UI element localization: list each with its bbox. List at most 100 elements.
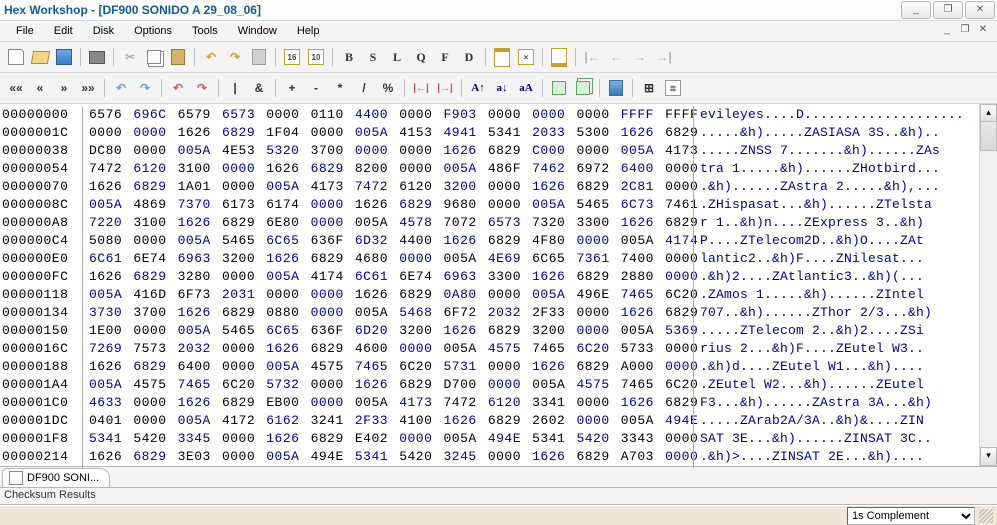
compare-button-2[interactable] [571, 76, 595, 100]
ascii-cell[interactable]: .ZEutel W2...&h)......ZEutel [700, 376, 997, 394]
mdi-restore-button[interactable]: ❐ [957, 24, 973, 38]
hex-row[interactable]: 00000038DC80 0000 005A 4E53 5320 3700 00… [2, 142, 997, 160]
paste-button[interactable] [166, 45, 190, 69]
shift-left-double-button[interactable]: «« [4, 76, 28, 100]
op-plus-button[interactable]: + [280, 76, 304, 100]
hex-row[interactable]: 000001DC0401 0000 005A 4172 6162 3241 2F… [2, 412, 997, 430]
panel-results-button[interactable] [490, 45, 514, 69]
hex-row[interactable]: 000001343730 3700 1626 6829 0880 0000 00… [2, 304, 997, 322]
base16-button[interactable]: 16 [280, 45, 304, 69]
ascii-cell[interactable]: 707..&h)......ZThor 2/3...&h) [700, 304, 997, 322]
hex-row[interactable]: 000001881626 6829 6400 0000 005A 4575 74… [2, 358, 997, 376]
ascii-cell[interactable]: .....ZArab2A/3A..&h)&....ZIN [700, 412, 997, 430]
ascii-cell[interactable]: .ZINSAT 3A...&h)......ZTurksa [700, 466, 997, 468]
hex-cell[interactable]: 4633 0000 1626 6829 EB00 0000 005A 4173 … [89, 394, 689, 412]
block-rotate-left-button[interactable]: ↶ [166, 76, 190, 100]
ascii-cell[interactable]: lantic2..&h)F....ZNilesat... [700, 250, 997, 268]
ascii-cell[interactable]: .....&h).....ZASIASA 3S..&h).. [700, 124, 997, 142]
hex-row[interactable]: 000000547472 6120 3100 0000 1626 6829 82… [2, 160, 997, 178]
scroll-down-button[interactable]: ▾ [980, 447, 997, 466]
op-mod-button[interactable]: % [376, 76, 400, 100]
hex-row[interactable]: 000000E06C61 6E74 6963 3200 1626 6829 46… [2, 250, 997, 268]
op-mul-button[interactable]: * [328, 76, 352, 100]
hex-row[interactable]: 000001A4005A 4575 7465 6C20 5732 0000 16… [2, 376, 997, 394]
mdi-minimize-button[interactable]: _ [939, 24, 955, 38]
window-maximize-button[interactable]: ❐ [933, 1, 963, 19]
ascii-cell[interactable]: .ZAmos 1.....&h)......ZIntel [700, 286, 997, 304]
shift-right-button[interactable]: » [52, 76, 76, 100]
hex-row[interactable]: 000000006576 696C 6579 6573 0000 0110 44… [2, 106, 997, 124]
mdi-close-button[interactable]: ✕ [975, 24, 991, 38]
panel-inspector-button[interactable]: × [514, 45, 538, 69]
redo-button[interactable]: ↷ [223, 45, 247, 69]
ascii-cell[interactable]: evileyes....D.................... [700, 106, 997, 124]
ascii-cell[interactable]: F3...&h)......ZAstra 3A...&h) [700, 394, 997, 412]
hex-row[interactable]: 000001F85341 5420 3345 0000 1626 6829 E4… [2, 430, 997, 448]
hex-cell[interactable]: 005A 494E 5341 5420 3341 0000 1626 6829 … [89, 466, 689, 468]
rotate-left-button[interactable]: ↶ [109, 76, 133, 100]
hex-row[interactable]: 0000008C005A 4869 7370 6173 6174 0000 16… [2, 196, 997, 214]
case-upper-button[interactable]: A↑ [466, 76, 490, 100]
ascii-cell[interactable]: .&h)2....ZAtlantic3..&h)(... [700, 268, 997, 286]
menu-edit[interactable]: Edit [44, 23, 83, 39]
hex-cell[interactable]: 005A 416D 6F73 2031 0000 0000 1626 6829 … [89, 286, 689, 304]
cut-button[interactable]: ✂ [118, 45, 142, 69]
scroll-thumb[interactable] [980, 121, 997, 151]
document-tab[interactable]: DF900 SONI... [2, 468, 110, 487]
type-short-button[interactable]: S [361, 45, 385, 69]
type-quad-button[interactable]: Q [409, 45, 433, 69]
ascii-cell[interactable]: .ZHispasat...&h)......ZTelsta [700, 196, 997, 214]
panel-struct-button[interactable] [547, 45, 571, 69]
hex-cell[interactable]: 1626 6829 6400 0000 005A 4575 7465 6C20 … [89, 358, 689, 376]
open-button[interactable] [28, 45, 52, 69]
menu-tools[interactable]: Tools [182, 23, 228, 39]
window-minimize-button[interactable]: _ [901, 1, 931, 19]
hex-cell[interactable]: 5341 5420 3345 0000 1626 6829 E402 0000 … [89, 430, 689, 448]
hex-row[interactable]: 00000118005A 416D 6F73 2031 0000 0000 16… [2, 286, 997, 304]
checksum-method-select[interactable]: 1s Complement [847, 507, 975, 525]
type-float-button[interactable]: F [433, 45, 457, 69]
menu-disk[interactable]: Disk [83, 23, 124, 39]
hex-cell[interactable]: DC80 0000 005A 4E53 5320 3700 0000 0000 … [89, 142, 689, 160]
type-byte-button[interactable]: B [337, 45, 361, 69]
hex-cell[interactable]: 1626 6829 1A01 0000 005A 4173 7472 6120 … [89, 178, 689, 196]
hex-cell[interactable]: 0401 0000 005A 4172 6162 3241 2F33 4100 … [89, 412, 689, 430]
ascii-cell[interactable]: r 1..&h)n....ZExpress 3..&h) [700, 214, 997, 232]
hex-cell[interactable]: 3730 3700 1626 6829 0880 0000 005A 5468 … [89, 304, 689, 322]
goto-start-button[interactable]: |←| [409, 76, 433, 100]
hex-cell[interactable]: 1E00 0000 005A 5465 6C65 636F 6D20 3200 … [89, 322, 689, 340]
insert-button[interactable]: ⊞ [637, 76, 661, 100]
nav-prev-button[interactable]: ← [604, 45, 628, 69]
compare-button-1[interactable] [547, 76, 571, 100]
hex-row[interactable]: 000000A87220 3100 1626 6829 6E80 0000 00… [2, 214, 997, 232]
new-button[interactable] [4, 45, 28, 69]
hex-cell[interactable]: 7269 7573 2032 0000 1626 6829 4600 0000 … [89, 340, 689, 358]
vertical-scrollbar[interactable]: ▴ ▾ [979, 104, 997, 466]
resize-grip[interactable] [979, 509, 993, 523]
calculator-button[interactable] [604, 76, 628, 100]
hex-row[interactable]: 000001C04633 0000 1626 6829 EB00 0000 00… [2, 394, 997, 412]
hex-cell[interactable]: 005A 4869 7370 6173 6174 0000 1626 6829 … [89, 196, 689, 214]
hex-row[interactable]: 00000230005A 494E 5341 5420 3341 0000 16… [2, 466, 997, 468]
hex-cell[interactable]: 7472 6120 3100 0000 1626 6829 8200 0000 … [89, 160, 689, 178]
hex-row[interactable]: 000000701626 6829 1A01 0000 005A 4173 74… [2, 178, 997, 196]
clipboard-button[interactable] [247, 45, 271, 69]
ascii-cell[interactable]: .&h)......ZAstra 2.....&h),... [700, 178, 997, 196]
ascii-cell[interactable]: .&h)d....ZEutel W1...&h).... [700, 358, 997, 376]
ascii-cell[interactable]: rius 2...&h)F....ZEutel W3.. [700, 340, 997, 358]
print-button[interactable] [85, 45, 109, 69]
hex-cell[interactable]: 1626 6829 3280 0000 005A 4174 6C61 6E74 … [89, 268, 689, 286]
op-and-button[interactable]: & [247, 76, 271, 100]
op-div-button[interactable]: / [352, 76, 376, 100]
menu-file[interactable]: File [6, 23, 44, 39]
goto-end-button[interactable]: |→| [433, 76, 457, 100]
nav-last-button[interactable]: →| [652, 45, 676, 69]
shift-right-double-button[interactable]: »» [76, 76, 100, 100]
nav-next-button[interactable]: → [628, 45, 652, 69]
hex-row[interactable]: 000001501E00 0000 005A 5465 6C65 636F 6D… [2, 322, 997, 340]
ascii-cell[interactable]: .....ZTelecom 2..&h)2....ZSi [700, 322, 997, 340]
op-or-button[interactable]: | [223, 76, 247, 100]
hex-cell[interactable]: 6576 696C 6579 6573 0000 0110 4400 0000 … [89, 106, 689, 124]
block-rotate-right-button[interactable]: ↷ [190, 76, 214, 100]
type-double-button[interactable]: D [457, 45, 481, 69]
